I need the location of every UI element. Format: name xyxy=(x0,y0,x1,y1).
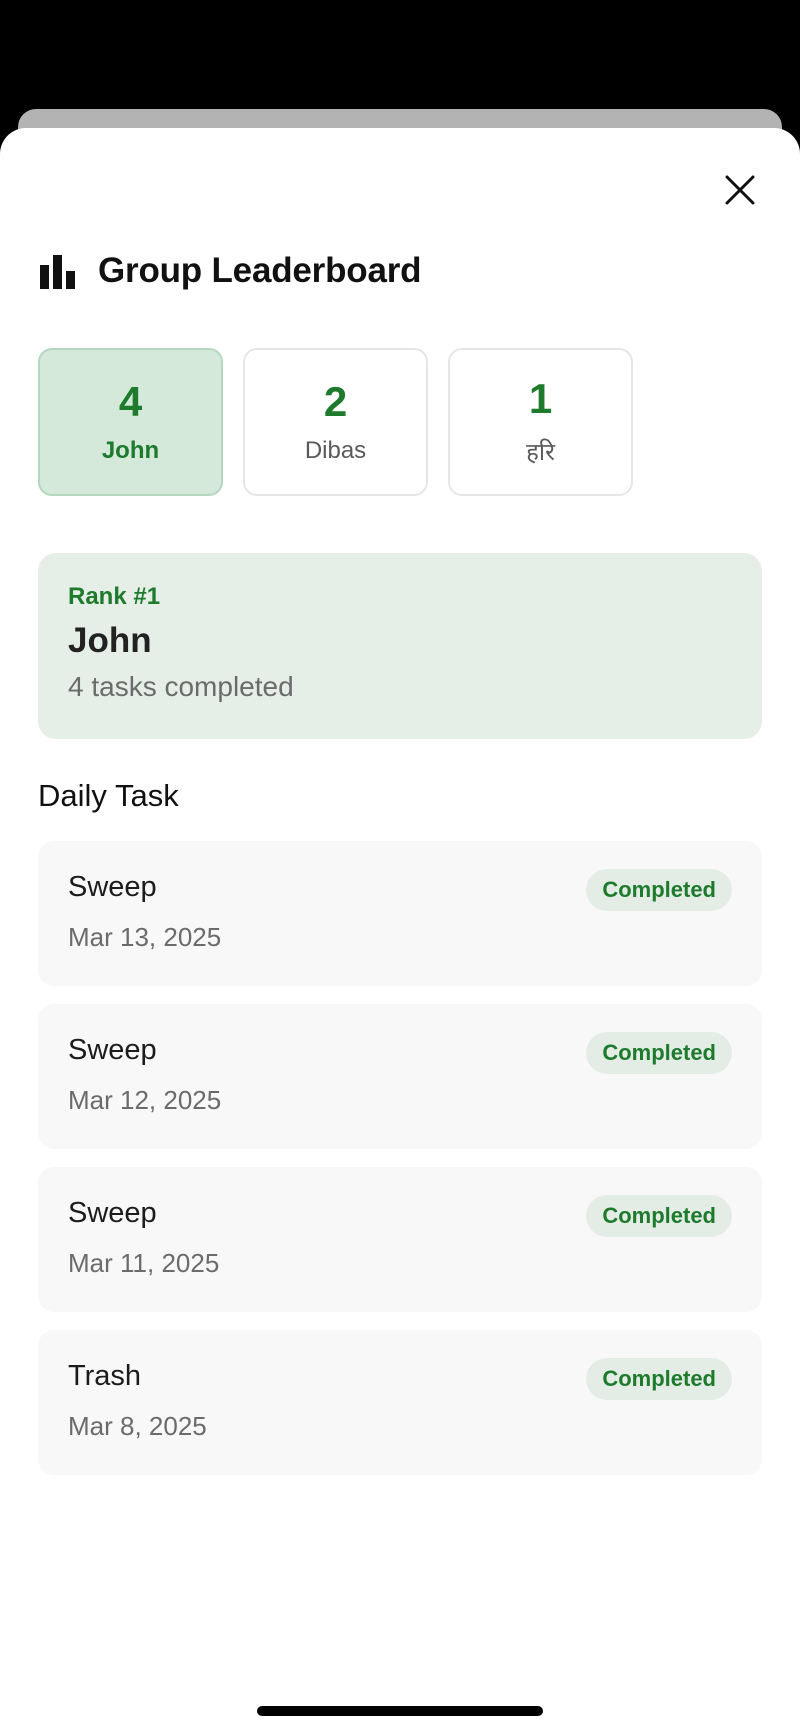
section-title: Daily Task xyxy=(38,778,179,813)
member-card-2[interactable]: 1 हरि xyxy=(448,348,633,496)
task-date: Mar 8, 2025 xyxy=(68,1411,207,1441)
page-title: Group Leaderboard xyxy=(98,251,422,290)
leaderboard-header: Group Leaderboard xyxy=(38,246,422,296)
rank-task-count: 4 tasks completed xyxy=(68,671,294,702)
task-date: Mar 13, 2025 xyxy=(68,922,222,952)
member-stats: 4 John 2 Dibas 1 हरि xyxy=(38,348,633,496)
status-badge: Completed xyxy=(586,1358,732,1400)
status-badge: Completed xyxy=(586,1195,732,1237)
member-score: 1 xyxy=(528,375,553,423)
rank-member-name: John xyxy=(68,621,152,660)
member-name: Dibas xyxy=(304,437,367,465)
task-item[interactable]: Sweep Mar 11, 2025 Completed xyxy=(38,1167,762,1312)
status-badge: Completed xyxy=(586,869,732,911)
member-card-1[interactable]: 2 Dibas xyxy=(243,348,428,496)
rank-card: Rank #1 John 4 tasks completed xyxy=(38,553,762,739)
task-item[interactable]: Trash Mar 8, 2025 Completed xyxy=(38,1330,762,1475)
member-score: 4 xyxy=(118,377,143,425)
home-indicator xyxy=(257,1706,543,1716)
rank-label: Rank #1 xyxy=(68,583,161,610)
close-icon xyxy=(725,175,755,205)
status-badge: Completed xyxy=(586,1032,732,1074)
task-item[interactable]: Sweep Mar 13, 2025 Completed xyxy=(38,841,762,986)
task-date: Mar 12, 2025 xyxy=(68,1085,222,1115)
close-button[interactable] xyxy=(720,170,760,210)
member-name: John xyxy=(101,437,160,465)
task-list: Sweep Mar 13, 2025 Completed Sweep Mar 1… xyxy=(38,841,762,1493)
bar-chart-icon xyxy=(40,255,75,289)
member-name: हरि xyxy=(526,438,555,466)
task-date: Mar 11, 2025 xyxy=(68,1248,220,1278)
member-card-0[interactable]: 4 John xyxy=(38,348,223,496)
task-item[interactable]: Sweep Mar 12, 2025 Completed xyxy=(38,1004,762,1149)
member-score: 2 xyxy=(323,377,348,425)
